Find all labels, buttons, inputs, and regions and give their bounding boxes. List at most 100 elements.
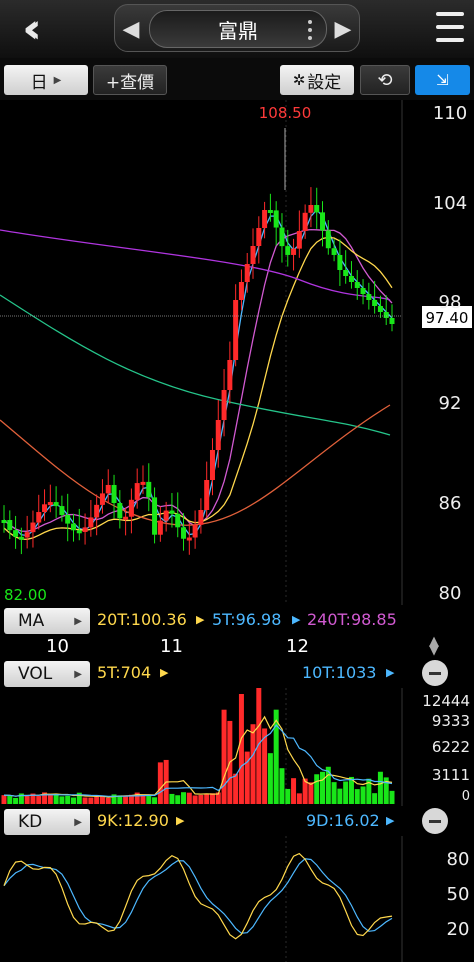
kd-tick-50: 50 bbox=[447, 884, 470, 905]
date-label-11: 11 bbox=[160, 636, 183, 657]
volume-bar bbox=[181, 792, 187, 804]
minus-icon bbox=[429, 819, 441, 823]
volume-chart[interactable]: 12444 9333 6222 3111 0 bbox=[0, 688, 474, 806]
y-tick-86: 86 bbox=[439, 493, 462, 514]
candle-body bbox=[175, 513, 181, 528]
volume-bar bbox=[186, 792, 192, 804]
d-value: 9D:16.02 bbox=[306, 811, 380, 830]
candle-body bbox=[238, 282, 244, 300]
volume-bar bbox=[88, 797, 94, 804]
add-quote-button[interactable]: +查價 bbox=[93, 65, 167, 95]
candle-body bbox=[296, 231, 302, 249]
candle-body bbox=[267, 210, 273, 213]
volume-bar bbox=[291, 778, 297, 804]
candle-body bbox=[30, 522, 36, 533]
candle-body bbox=[94, 504, 100, 518]
candle-body bbox=[244, 264, 250, 282]
ma240-value: 240T:98.85 bbox=[307, 610, 397, 629]
volume-bar bbox=[157, 762, 163, 804]
candle-body bbox=[227, 360, 233, 390]
volume-bar bbox=[267, 753, 273, 804]
volume-bar bbox=[389, 790, 395, 804]
ma-label: MA bbox=[18, 611, 45, 631]
settings-button[interactable]: ✲ 設定 bbox=[280, 65, 354, 95]
volume-bar bbox=[99, 796, 105, 804]
candle-body bbox=[42, 504, 48, 513]
candle-body bbox=[105, 484, 111, 494]
chart-toolbar: 日 ▶ +查價 ✲ 設定 ⟲ ⇲ bbox=[0, 58, 474, 100]
settings-label: 設定 bbox=[307, 72, 342, 93]
candle-body bbox=[320, 212, 326, 231]
resize-handle-icon[interactable]: ▲ ▼ bbox=[429, 635, 439, 657]
prev-stock-button[interactable]: ◀ bbox=[119, 15, 143, 43]
vol-label: VOL bbox=[18, 664, 53, 684]
candle-body bbox=[47, 502, 53, 506]
candle-body bbox=[24, 532, 30, 538]
period-label: 日 bbox=[30, 72, 48, 93]
ma5-value: 5T:96.98 bbox=[212, 610, 282, 629]
candle-body bbox=[36, 512, 42, 523]
price-chart[interactable]: 108.50 82.00 97.40 110 104 98 92 86 80 bbox=[0, 100, 474, 605]
volume-bar bbox=[204, 793, 210, 804]
volume-bar bbox=[24, 795, 30, 804]
minus-icon bbox=[429, 671, 441, 675]
stock-selector[interactable]: 富鼎 bbox=[149, 10, 327, 48]
candle-body bbox=[233, 300, 239, 360]
remove-kd-button[interactable] bbox=[422, 808, 448, 834]
rotate-button[interactable]: ⟲ bbox=[360, 65, 410, 95]
candle-body bbox=[140, 481, 146, 485]
vol-selector[interactable]: VOL ▶ bbox=[4, 661, 90, 687]
hamburger-icon[interactable] bbox=[436, 12, 464, 42]
candle-body bbox=[123, 516, 129, 520]
volume-bar bbox=[65, 795, 71, 804]
kd-chart[interactable]: 80 50 20 bbox=[0, 836, 474, 962]
candle-body bbox=[146, 481, 152, 498]
period-selector[interactable]: 日 ▶ bbox=[4, 65, 88, 95]
volume-bar bbox=[320, 771, 326, 804]
candle-body bbox=[1, 520, 7, 523]
volume-bar bbox=[354, 789, 360, 804]
double-chevron-left-icon: ‹‹ bbox=[22, 6, 42, 52]
candle-body bbox=[389, 318, 395, 324]
date-label-10: 10 bbox=[46, 636, 69, 657]
candle-body bbox=[18, 536, 24, 540]
volume-bar bbox=[59, 796, 65, 804]
caret-right-icon: ▶ bbox=[74, 668, 82, 680]
volume-bar bbox=[308, 782, 314, 804]
candle-body bbox=[99, 493, 105, 505]
next-stock-button[interactable]: ▶ bbox=[331, 15, 355, 43]
candle-body bbox=[181, 527, 187, 539]
remove-vol-button[interactable] bbox=[422, 660, 448, 686]
kd-selector[interactable]: KD ▶ bbox=[4, 809, 90, 835]
stock-navigator: ◀ 富鼎 ▶ bbox=[114, 4, 360, 52]
chart-area[interactable]: 108.50 82.00 97.40 110 104 98 92 86 80 M… bbox=[0, 100, 474, 962]
candle-body bbox=[7, 520, 13, 531]
more-dots-icon bbox=[306, 20, 314, 40]
candle-body bbox=[360, 288, 366, 294]
rotate-icon: ⟲ bbox=[377, 69, 393, 91]
y-tick-92: 92 bbox=[439, 393, 462, 414]
caret-right-icon: ▶ bbox=[53, 74, 62, 86]
candle-body bbox=[291, 248, 297, 255]
candle-body bbox=[198, 510, 204, 525]
vol-tick-0: 0 bbox=[462, 789, 470, 804]
back-button[interactable]: ‹‹ bbox=[2, 6, 48, 52]
collapse-button[interactable]: ⇲ bbox=[415, 65, 470, 95]
candle-body bbox=[157, 520, 163, 535]
date-label-12: 12 bbox=[286, 636, 309, 657]
triangle-right-icon: ▶ bbox=[334, 16, 352, 42]
volume-bar bbox=[82, 797, 88, 804]
candle-body bbox=[117, 502, 123, 519]
volume-bar bbox=[256, 688, 262, 804]
volume-bar bbox=[94, 796, 100, 804]
ma-selector[interactable]: MA ▶ bbox=[4, 608, 90, 634]
volume-bar bbox=[360, 786, 366, 804]
candle-body bbox=[221, 390, 227, 420]
candle-body bbox=[186, 537, 192, 541]
candle-body bbox=[262, 210, 268, 228]
candle-body bbox=[192, 524, 198, 538]
ma20-value: 20T:100.36 bbox=[97, 610, 187, 629]
volume-bar bbox=[53, 794, 59, 804]
volume-bar bbox=[13, 797, 19, 804]
y-tick-104: 104 bbox=[433, 193, 467, 214]
